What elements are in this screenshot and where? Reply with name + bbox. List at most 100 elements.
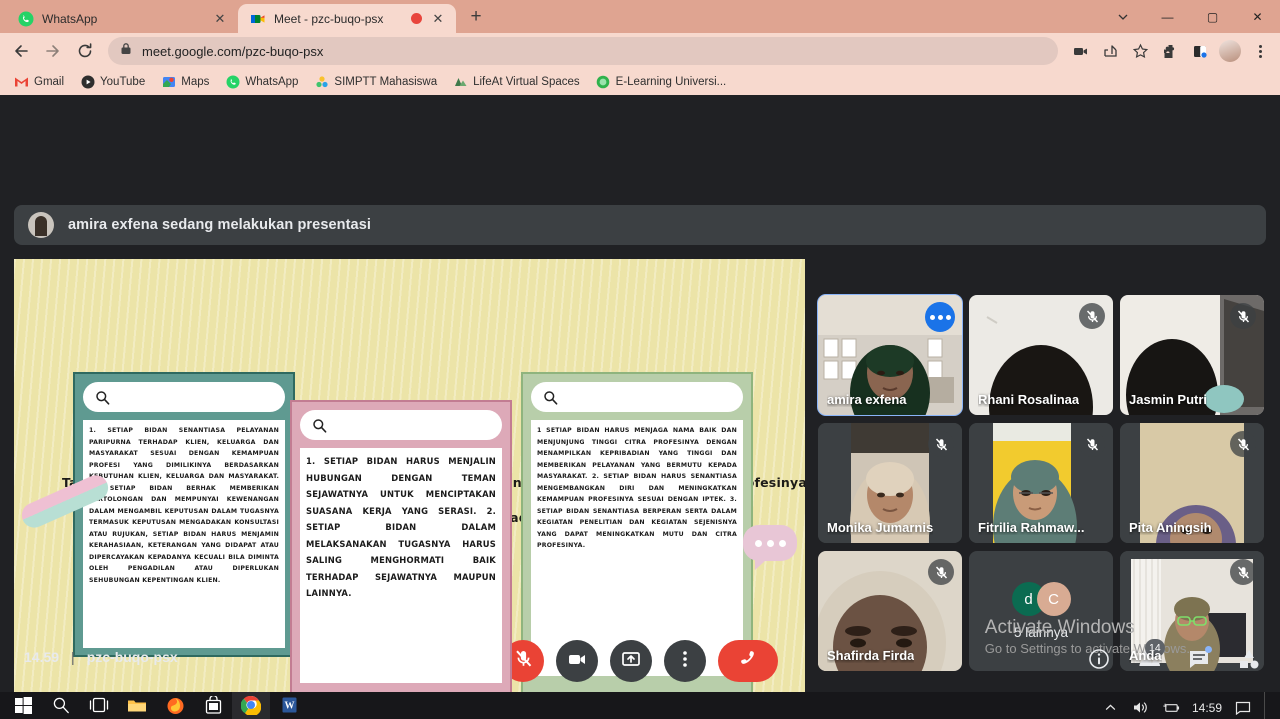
close-icon[interactable]: ✕ xyxy=(212,11,228,27)
bookmark-elearning[interactable]: E-Learning Universi... xyxy=(590,73,733,92)
forward-button[interactable] xyxy=(38,36,68,66)
activities-icon xyxy=(1237,647,1261,676)
participant-tile-monika-jumarnis[interactable]: Monika Jumarnis xyxy=(818,423,962,543)
back-button[interactable] xyxy=(6,36,36,66)
shared-screen-slide[interactable]: Tanggungjawab bidan terhadap tugasnya : … xyxy=(14,259,805,692)
notification-icon[interactable] xyxy=(1234,699,1252,717)
mic-off-icon xyxy=(1230,303,1256,329)
taskbar-clock[interactable]: 14:59 xyxy=(1192,701,1222,715)
media-cast-icon[interactable] xyxy=(1066,37,1094,65)
mic-off-icon xyxy=(1079,431,1105,457)
simptt-icon xyxy=(314,75,329,90)
firefox-button[interactable] xyxy=(156,692,194,719)
system-tray: 14:59 xyxy=(1102,692,1280,719)
svg-text:W: W xyxy=(284,701,294,712)
split-screen-icon[interactable] xyxy=(1186,37,1214,65)
presentation-banner: amira exfena sedang melakukan presentasi xyxy=(14,205,1266,245)
present-button[interactable] xyxy=(610,640,652,682)
participant-tile-fitrilia-rahmawati[interactable]: Fitrilia Rahmaw... xyxy=(969,423,1113,543)
participant-options-button[interactable] xyxy=(925,302,955,332)
chat-unread-dot xyxy=(1205,646,1212,653)
browser-toolbar: meet.google.com/pzc-buqo-psx xyxy=(0,33,1280,69)
meeting-details-button[interactable] xyxy=(1082,644,1116,678)
file-explorer-button[interactable] xyxy=(118,692,156,719)
camera-icon xyxy=(566,648,588,675)
start-button[interactable] xyxy=(4,692,42,719)
more-options-button[interactable] xyxy=(664,640,706,682)
bookmark-gmail[interactable]: Gmail xyxy=(8,73,70,92)
show-desktop-button[interactable] xyxy=(1264,692,1270,719)
mic-off-icon xyxy=(1230,559,1256,585)
word-button[interactable]: W xyxy=(270,692,308,719)
windows-logo-icon xyxy=(14,696,32,719)
bookmark-star-icon[interactable] xyxy=(1126,37,1154,65)
close-window-button[interactable]: ✕ xyxy=(1235,0,1280,33)
hangup-icon xyxy=(735,646,761,677)
search-icon xyxy=(52,696,70,719)
tab-meet[interactable]: Meet - pzc-buqo-psx ✕ xyxy=(238,4,456,33)
show-hidden-icons[interactable] xyxy=(1102,699,1120,717)
participant-tile-rhani-rosalinaa[interactable]: Rhani Rosalinaa xyxy=(969,295,1113,415)
bookmark-simptt[interactable]: SIMPTT Mahasiswa xyxy=(308,73,443,92)
battery-icon[interactable] xyxy=(1162,699,1180,717)
mic-off-icon xyxy=(928,431,954,457)
mic-off-icon xyxy=(1230,431,1256,457)
speech-bubble-illustration xyxy=(743,525,797,570)
participant-tile-amira-exfena[interactable]: amira exfena xyxy=(817,294,963,416)
participant-name: Monika Jumarnis xyxy=(827,520,934,535)
participant-tile-pita-aningsih[interactable]: Pita Aningsih xyxy=(1120,423,1264,543)
bookmark-label: Maps xyxy=(181,76,210,88)
store-button[interactable] xyxy=(194,692,232,719)
meeting-time: 14.59 xyxy=(24,649,60,665)
chrome-button[interactable] xyxy=(232,692,270,719)
tab-whatsapp[interactable]: WhatsApp ✕ xyxy=(6,4,238,33)
slide-card-search-bar xyxy=(83,382,285,412)
mic-off-icon xyxy=(1079,303,1105,329)
minimize-button[interactable]: — xyxy=(1145,0,1190,33)
bookmark-lifeat[interactable]: LifeAt Virtual Spaces xyxy=(447,73,586,92)
new-tab-button[interactable]: + xyxy=(462,4,490,32)
google-meet-icon xyxy=(250,11,266,27)
slide-card-search-bar xyxy=(531,382,743,412)
search-button[interactable] xyxy=(42,692,80,719)
task-view-button[interactable] xyxy=(80,692,118,719)
mic-off-icon xyxy=(928,559,954,585)
volume-icon[interactable] xyxy=(1132,699,1150,717)
whatsapp-icon xyxy=(225,75,240,90)
participants-row: Monika Jumarnis Fitrilia Rahmaw... Pita … xyxy=(818,423,1274,543)
task-view-icon xyxy=(89,697,109,718)
slide-card-text: 1. SETIAP BIDAN SENANTIASA PELAYANAN PAR… xyxy=(83,420,285,648)
windows-taskbar: W 14:59 xyxy=(0,692,1280,719)
search-icon xyxy=(312,418,327,433)
extensions-puzzle-icon[interactable] xyxy=(1156,37,1184,65)
bookmark-maps[interactable]: Maps xyxy=(155,73,215,92)
bookmark-label: LifeAt Virtual Spaces xyxy=(473,76,580,88)
activities-button[interactable] xyxy=(1232,644,1266,678)
reload-button[interactable] xyxy=(70,36,100,66)
more-vertical-icon xyxy=(675,649,695,674)
chat-button[interactable] xyxy=(1182,644,1216,678)
camera-button[interactable] xyxy=(556,640,598,682)
bookmark-youtube[interactable]: YouTube xyxy=(74,73,151,92)
chrome-menu-caret-icon[interactable] xyxy=(1100,0,1145,33)
chrome-menu-icon[interactable] xyxy=(1246,37,1274,65)
participant-tile-jasmin-putri[interactable]: Jasmin Putri xyxy=(1120,295,1264,415)
profile-avatar[interactable] xyxy=(1216,37,1244,65)
search-icon xyxy=(95,390,110,405)
meet-bottom-bar: 14.59 | pzc-buqo-psx 14 xyxy=(0,630,1280,692)
participant-name: Pita Aningsih xyxy=(1129,520,1212,535)
bookmark-whatsapp[interactable]: WhatsApp xyxy=(219,73,304,92)
participant-name: Shafirda Firda xyxy=(827,648,915,663)
address-bar[interactable]: meet.google.com/pzc-buqo-psx xyxy=(108,37,1058,65)
share-icon[interactable] xyxy=(1096,37,1124,65)
participant-name: Jasmin Putri xyxy=(1129,392,1208,407)
bookmark-label: SIMPTT Mahasiswa xyxy=(334,76,438,88)
leave-call-button[interactable] xyxy=(718,640,778,682)
whatsapp-icon xyxy=(18,11,34,27)
close-icon[interactable]: ✕ xyxy=(430,11,446,27)
maximize-button[interactable]: ▢ xyxy=(1190,0,1235,33)
presentation-banner-text: amira exfena sedang melakukan presentasi xyxy=(68,217,372,233)
firefox-icon xyxy=(166,696,185,719)
bookmark-label: E-Learning Universi... xyxy=(615,76,727,88)
meeting-info: 14.59 | pzc-buqo-psx xyxy=(24,649,178,665)
